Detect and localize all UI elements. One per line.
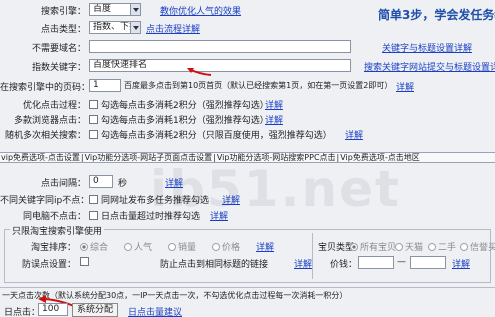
target-page-input[interactable]: 1 (89, 79, 121, 92)
radio-icon[interactable] (212, 243, 220, 251)
daily-link[interactable]: 日点击量建议 (128, 305, 182, 317)
keyword-link[interactable]: 搜索关键字网站提交与标题设置详解 (364, 60, 495, 73)
taobao-group-title: 只限淘宝搜索引擎使用 (10, 224, 105, 237)
ip-link[interactable]: 详解 (222, 193, 240, 206)
tab-click-settings[interactable]: vip免费选项-点击设置 (0, 153, 81, 162)
group-divider (312, 233, 313, 279)
sort-link[interactable]: 详解 (256, 240, 274, 253)
checkbox-icon[interactable] (89, 115, 98, 124)
search-engine-label: 搜索引擎： (40, 7, 86, 17)
fake-text: 防止点击到相同标题的链接 (160, 260, 269, 270)
option-link[interactable]: 详解 (265, 98, 283, 111)
radio-icon[interactable] (395, 243, 403, 251)
radio-icon[interactable] (428, 243, 436, 251)
price-label: 价钱： (330, 260, 358, 270)
sort-option[interactable]: 综合 (80, 240, 108, 253)
checkbox-icon[interactable] (89, 195, 98, 204)
search-engine-value: 百度 (93, 4, 112, 14)
radio-icon[interactable] (124, 243, 132, 251)
option-text: 勾选每点击多消耗2积分（强烈推荐勾选） (101, 101, 269, 111)
chevron-down-icon (130, 4, 140, 15)
type-option[interactable]: 二手 (428, 240, 456, 253)
target-page-label: 在搜索引擎中的页码： (0, 83, 91, 93)
radio-icon[interactable] (350, 243, 358, 251)
sort-option[interactable]: 销量 (168, 240, 196, 253)
domain-link[interactable]: 关键字与标题设置详解 (382, 41, 472, 54)
option-label: 随机多次相关搜索： (4, 131, 86, 141)
chevron-down-icon (130, 22, 140, 33)
click-interval-unit: 秒 (118, 179, 128, 189)
click-type-select[interactable]: 指数、下拉 (89, 21, 141, 34)
divider (0, 287, 495, 288)
daily-input[interactable]: 100 (38, 303, 68, 316)
system-allocate-button[interactable]: 系统分配 (72, 303, 119, 317)
option-link[interactable]: 详解 (345, 128, 363, 141)
target-page-link[interactable]: 详解 (396, 80, 414, 93)
click-type-link[interactable]: 点击流程详解 (146, 22, 200, 35)
option-text: 勾选每点击多消耗1积分（强烈推荐勾选） (101, 116, 269, 126)
nonsync-link[interactable]: 详解 (210, 209, 228, 222)
price-link[interactable]: 详解 (452, 257, 470, 270)
type-option[interactable]: 天猫 (395, 240, 423, 253)
price-min-input[interactable] (358, 256, 394, 269)
click-interval-value: 0 (93, 176, 99, 186)
radio-icon[interactable] (460, 243, 468, 251)
keyword-label: 指数关键字： (31, 63, 86, 73)
sort-option[interactable]: 价格 (212, 240, 240, 253)
keyword-input[interactable]: 百度快速排名 (89, 59, 351, 72)
domain-label: 不需要域名： (31, 44, 86, 54)
target-page-value: 1 (93, 80, 99, 90)
daily-value: 100 (42, 304, 60, 314)
domain-input[interactable] (89, 40, 351, 53)
fake-label: 防误点设置： (21, 260, 76, 270)
click-interval-input[interactable]: 0 (89, 175, 113, 188)
ip-checkbox[interactable]: 同网址发布多任务推荐勾选 (89, 193, 209, 206)
fake-checkbox[interactable] (80, 257, 92, 268)
type-option[interactable]: 信誉买 (460, 240, 495, 253)
type-option[interactable]: 所有宝贝 (350, 240, 396, 253)
checkbox-icon[interactable] (89, 130, 98, 139)
option-label: 多款浏览器点击： (13, 116, 86, 126)
search-engine-link[interactable]: 教你优化人气的效果 (160, 4, 241, 17)
click-interval-link[interactable]: 详解 (165, 176, 183, 189)
price-separator: — (397, 257, 406, 267)
nonsync-label: 同电脑不点击： (22, 212, 86, 222)
target-page-desc: 百度最多点击到第10页首页（默认已经搜索第1页，如在第一页设置2即可） (124, 81, 393, 90)
option-checkbox[interactable]: 勾选每点击多消耗2积分（强烈推荐勾选） (89, 98, 269, 111)
ip-text: 同网址发布多任务推荐勾选 (101, 196, 210, 206)
click-type-label: 点击类型： (40, 25, 86, 35)
option-checkbox[interactable]: 勾选每点击多消耗2积分（只限百度使用，强烈推荐勾选） (89, 128, 332, 141)
price-max-input[interactable] (410, 256, 446, 269)
option-text: 勾选每点击多消耗2积分（只限百度使用，强烈推荐勾选） (101, 131, 332, 141)
nonsync-checkbox[interactable]: 日点击量超过时推荐勾选 (89, 209, 200, 222)
checkbox-icon[interactable] (89, 100, 98, 109)
keyword-value: 百度快速排名 (93, 60, 148, 70)
option-link[interactable]: 详解 (265, 113, 283, 126)
option-label: 优化点击过程： (22, 101, 86, 111)
headline: 简单3步，学会发任务教材 (378, 8, 495, 22)
daily-label: 日点击： (4, 308, 41, 317)
checkbox-icon[interactable] (89, 211, 98, 220)
sort-option[interactable]: 人气 (124, 240, 152, 253)
radio-icon[interactable] (168, 243, 176, 251)
option-checkbox[interactable]: 勾选每点击多消耗1积分（强烈推荐勾选） (89, 113, 269, 126)
nonsync-text: 日点击量超过时推荐勾选 (101, 212, 201, 222)
click-interval-label: 点击间隔： (40, 179, 86, 189)
sort-label: 淘宝排序： (30, 243, 76, 253)
checkbox-icon[interactable] (80, 257, 89, 266)
ip-label: 不同关键字同ip不点： (0, 196, 90, 206)
radio-icon[interactable] (80, 243, 88, 251)
search-engine-select[interactable]: 百度 (89, 3, 141, 16)
red-arrow-icon (187, 68, 212, 76)
fake-link[interactable]: 详解 (294, 257, 312, 270)
